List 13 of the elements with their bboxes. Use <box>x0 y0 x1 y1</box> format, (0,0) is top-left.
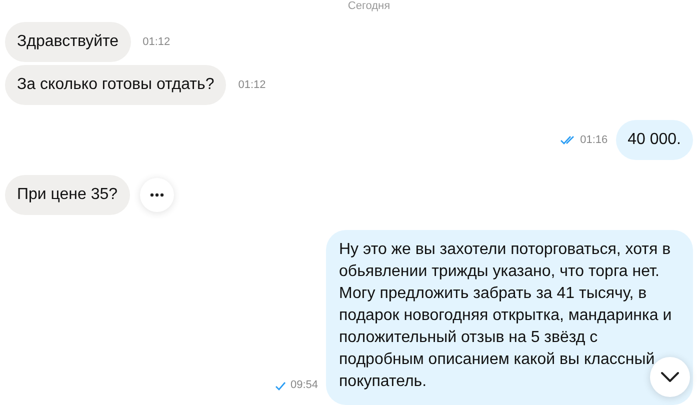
date-label: Сегодня <box>348 0 390 12</box>
message-bubble: Здравствуйте <box>5 22 131 62</box>
message-bubble: Ну это же вы захотели поторговаться, хотя в обьявлении трижды указано, что торга нет. Могу предложить забрать за 41 тысячу, в подарок новогодняя открытка, мандаринка и положительный отзыв на 5 звёзд с подробным описанием какой вы классный покупатель. <box>326 230 693 405</box>
message-bubble: 40 000. <box>616 120 693 160</box>
more-icon <box>150 193 164 197</box>
message-time: 09:54 <box>290 379 318 391</box>
message-time: 01:16 <box>580 134 608 146</box>
message-time: 01:12 <box>238 79 266 91</box>
message-bubble: За сколько готовы отдать? <box>5 65 226 105</box>
more-button[interactable] <box>140 178 174 212</box>
message-time: 01:12 <box>142 36 170 48</box>
message-bubble: При цене 35? <box>5 175 130 215</box>
chevron-down-icon <box>660 371 680 383</box>
